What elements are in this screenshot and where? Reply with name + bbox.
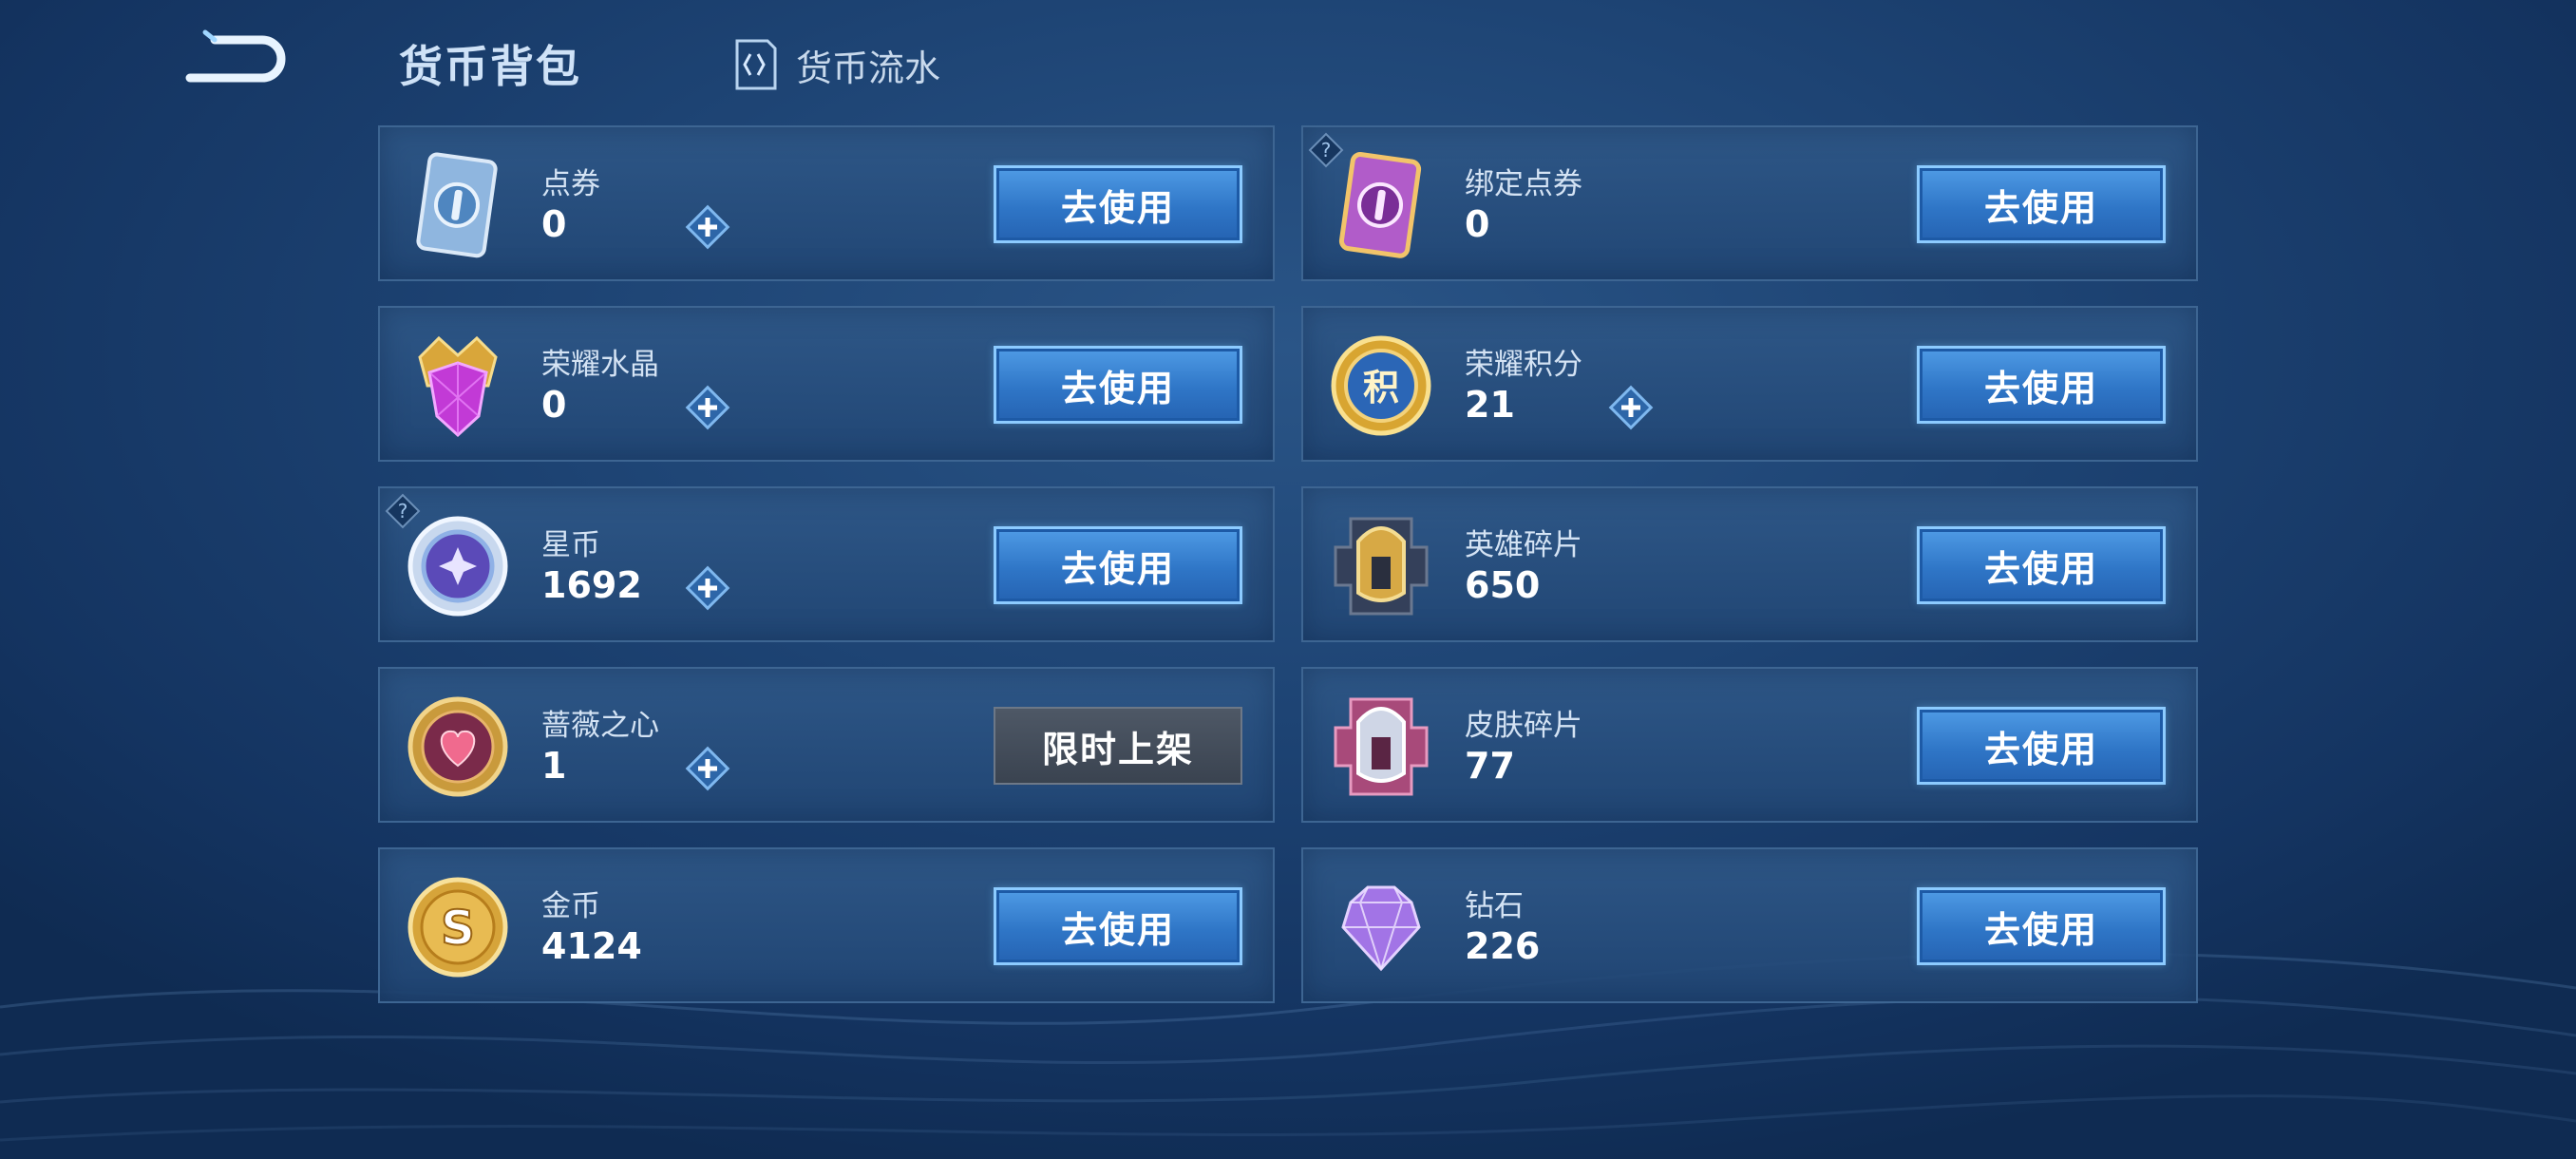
star-coin-icon	[407, 516, 508, 617]
currency-flow-label: 货币流水	[796, 47, 941, 89]
currency-amount: 226	[1465, 925, 1541, 967]
back-arrow-icon	[185, 29, 286, 83]
currency-card-gold-coin: S 金币 4124 去使用	[378, 847, 1275, 1003]
currency-card-glory-points: 积 荣耀积分 21 去使用	[1301, 306, 2198, 462]
use-button[interactable]: 去使用	[1917, 165, 2166, 243]
currency-name: 蔷薇之心	[541, 709, 659, 743]
currency-amount: 77	[1465, 745, 1515, 787]
currency-name: 点券	[541, 167, 600, 201]
rose-heart-icon	[407, 696, 508, 797]
currency-card-diamond: 钻石 226 去使用	[1301, 847, 2198, 1003]
add-plus-icon[interactable]	[682, 562, 733, 614]
add-plus-icon[interactable]	[682, 201, 733, 253]
use-button[interactable]: 去使用	[1917, 707, 2166, 785]
add-plus-icon[interactable]	[682, 743, 733, 794]
currency-amount: 1	[541, 745, 567, 787]
coupon-ticket-icon	[416, 152, 498, 258]
currency-name: 皮肤碎片	[1465, 709, 1582, 743]
flow-ticket-icon	[735, 39, 777, 90]
top-bar: 货币背包 货币流水	[0, 0, 2576, 124]
svg-text:S: S	[441, 901, 475, 956]
currency-name: 荣耀积分	[1465, 348, 1582, 382]
use-button[interactable]: 去使用	[1917, 346, 2166, 424]
use-button[interactable]: 去使用	[994, 887, 1242, 965]
currency-name: 钻石	[1465, 889, 1524, 923]
skin-fragment-icon	[1334, 697, 1429, 796]
glory-crystal-icon	[418, 335, 498, 438]
currency-card-glory-crystal: 荣耀水晶 0 去使用	[378, 306, 1275, 462]
currency-name: 金币	[541, 889, 600, 923]
hero-fragment-icon	[1334, 517, 1429, 616]
currency-amount: 650	[1465, 564, 1541, 606]
add-plus-icon[interactable]	[682, 382, 733, 433]
use-button[interactable]: 去使用	[994, 346, 1242, 424]
currency-name: 星币	[541, 528, 600, 562]
currency-amount: 0	[1465, 203, 1490, 245]
currency-amount: 21	[1465, 384, 1515, 426]
diamond-icon	[1341, 885, 1421, 972]
currency-amount: 0	[541, 384, 567, 426]
currency-amount: 1692	[541, 564, 642, 606]
currency-name: 英雄碎片	[1465, 528, 1582, 562]
currency-amount: 0	[541, 203, 567, 245]
page-title: 货币背包	[399, 41, 581, 92]
limited-time-button[interactable]: 限时上架	[994, 707, 1242, 785]
currency-card-bound-coupon: ? 绑定点券 0 去使用	[1301, 125, 2198, 281]
currency-card-hero-fragment: 英雄碎片 650 去使用	[1301, 486, 2198, 642]
bound-coupon-ticket-icon	[1338, 152, 1422, 258]
use-button[interactable]: 去使用	[994, 165, 1242, 243]
currency-amount: 4124	[541, 925, 642, 967]
use-button[interactable]: 去使用	[1917, 887, 2166, 965]
add-plus-icon[interactable]	[1605, 382, 1657, 433]
currency-flow-link[interactable]: 货币流水	[729, 36, 940, 93]
use-button[interactable]: 去使用	[1917, 526, 2166, 604]
currency-card-rose-heart: 蔷薇之心 1 限时上架	[378, 667, 1275, 823]
currency-name: 荣耀水晶	[541, 348, 659, 382]
currency-card-star-coin: ? 星币 1692 去使用	[378, 486, 1275, 642]
currency-card-coupon: 点券 0 去使用	[378, 125, 1275, 281]
gold-coin-icon: S	[407, 877, 508, 978]
back-button[interactable]	[180, 28, 291, 91]
use-button[interactable]: 去使用	[994, 526, 1242, 604]
currency-card-skin-fragment: 皮肤碎片 77 去使用	[1301, 667, 2198, 823]
glory-points-icon: 积	[1331, 335, 1431, 436]
svg-text:积: 积	[1363, 367, 1399, 408]
currency-name: 绑定点券	[1465, 167, 1582, 201]
